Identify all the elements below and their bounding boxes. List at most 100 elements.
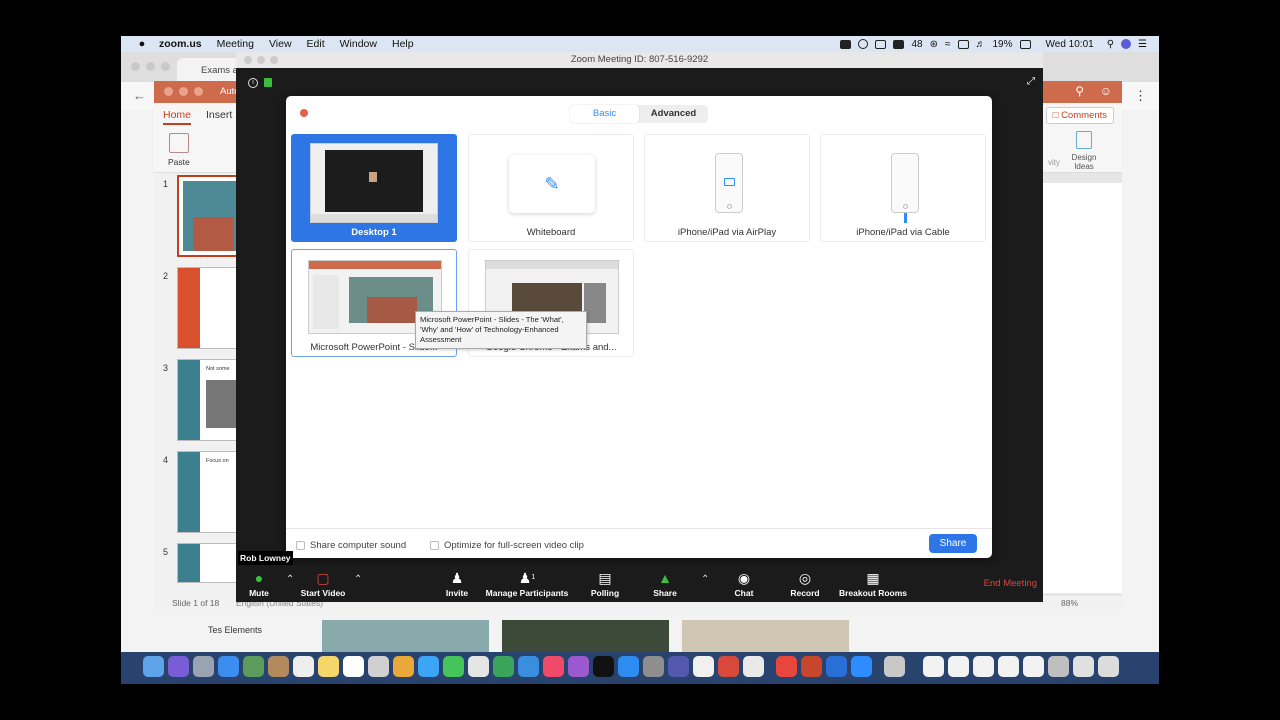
volume-icon[interactable]: ♬	[976, 39, 986, 50]
menu-help[interactable]: Help	[392, 38, 414, 50]
comments-button[interactable]: □ Comments	[1045, 107, 1114, 124]
finder-icon[interactable]	[143, 656, 164, 677]
share-button[interactable]: Share	[929, 534, 977, 553]
optimize-video-checkbox[interactable]: Optimize for full-screen video clip	[430, 540, 584, 551]
window-thumbnail-icon[interactable]	[1073, 656, 1094, 677]
feedback-icon[interactable]: ☺	[1100, 84, 1112, 98]
system-preferences-icon[interactable]	[643, 656, 664, 677]
chat-button[interactable]: ◉ Chat	[730, 568, 758, 598]
keynote-icon[interactable]	[518, 656, 539, 677]
back-arrow-icon[interactable]: ←	[133, 88, 146, 103]
chrome-icon[interactable]	[776, 656, 797, 677]
fullscreen-icon[interactable]: ⤢	[1027, 76, 1035, 87]
clock[interactable]: Wed 10:01	[1046, 39, 1094, 50]
bluetooth-icon[interactable]: ⊛	[930, 39, 938, 50]
menu-app-name[interactable]: zoom.us	[159, 38, 202, 50]
battery-app-icon[interactable]	[893, 39, 905, 49]
slide-thumbnail-3[interactable]: Not some	[177, 359, 245, 441]
design-ideas-button[interactable]: Design Ideas	[1064, 131, 1104, 171]
window-thumbnail-icon[interactable]	[1048, 656, 1069, 677]
manage-participants-button[interactable]: ♟1 Manage Participants	[485, 568, 569, 598]
window-thumbnail-icon[interactable]	[1023, 656, 1044, 677]
audio-options-chevron-icon[interactable]: ⌃	[286, 574, 294, 585]
tv-icon[interactable]	[593, 656, 614, 677]
display-icon[interactable]	[957, 39, 969, 49]
tab-home[interactable]: Home	[163, 109, 192, 125]
window-thumbnail-icon[interactable]	[973, 656, 994, 677]
zoom-status-icon[interactable]	[840, 39, 852, 49]
checkbox[interactable]	[296, 541, 305, 550]
battery-icon[interactable]	[1019, 39, 1031, 49]
search-icon[interactable]: ⚲	[1107, 39, 1114, 50]
menu-window[interactable]: Window	[340, 38, 377, 50]
end-meeting-button[interactable]: End Meeting	[984, 578, 1037, 589]
more-menu-icon[interactable]: ⋮	[1134, 88, 1147, 104]
window-thumbnail-icon[interactable]	[948, 656, 969, 677]
window-thumbnail-icon[interactable]	[923, 656, 944, 677]
drive-icon[interactable]	[875, 39, 887, 49]
tab-basic[interactable]: Basic	[570, 105, 639, 123]
siri-icon[interactable]	[1121, 39, 1132, 49]
calendar-icon[interactable]	[293, 656, 314, 677]
zoom-level[interactable]: 88%	[1061, 598, 1078, 608]
breakout-rooms-button[interactable]: ▦ Breakout Rooms	[838, 568, 908, 598]
podcasts-icon[interactable]	[568, 656, 589, 677]
mute-button[interactable]: ● Mute	[244, 568, 274, 598]
record-button[interactable]: ◎ Record	[788, 568, 822, 598]
slide-thumbnail-2[interactable]	[177, 267, 245, 349]
numbers-icon[interactable]	[493, 656, 514, 677]
share-sound-checkbox[interactable]: Share computer sound	[296, 540, 406, 551]
slide-thumbnail-5[interactable]	[177, 543, 245, 583]
messages-icon[interactable]	[418, 656, 439, 677]
share-option-whiteboard[interactable]: ✎ Whiteboard	[468, 134, 634, 242]
lock-icon[interactable]	[264, 78, 272, 87]
polling-button[interactable]: ▤ Polling	[590, 568, 620, 598]
app-store-icon[interactable]	[618, 656, 639, 677]
share-option-airplay[interactable]: iPhone/iPad via AirPlay	[644, 134, 810, 242]
reminders-icon[interactable]	[343, 656, 364, 677]
menu-edit[interactable]: Edit	[307, 38, 325, 50]
safari-icon[interactable]	[218, 656, 239, 677]
facetime-icon[interactable]	[443, 656, 464, 677]
todoist-icon[interactable]	[718, 656, 739, 677]
powerpoint-dock-icon[interactable]	[801, 656, 822, 677]
notes-icon[interactable]	[318, 656, 339, 677]
video-options-chevron-icon[interactable]: ⌃	[354, 574, 362, 585]
control-center-icon[interactable]: ☰	[1138, 39, 1147, 50]
trash-icon[interactable]	[1098, 656, 1119, 677]
slide-thumbnail-4[interactable]: Focus on	[177, 451, 245, 533]
invite-button[interactable]: ♟ Invite	[442, 568, 472, 598]
paste-button[interactable]: Paste	[168, 133, 190, 167]
share-option-desktop[interactable]: Desktop 1	[291, 134, 457, 242]
window-thumbnail-icon[interactable]	[998, 656, 1019, 677]
launchpad-icon[interactable]	[193, 656, 214, 677]
menu-meeting[interactable]: Meeting	[217, 38, 254, 50]
photos-icon[interactable]	[393, 656, 414, 677]
contacts-icon[interactable]	[268, 656, 289, 677]
preview-icon[interactable]	[243, 656, 264, 677]
teams-icon[interactable]	[668, 656, 689, 677]
edge-icon[interactable]	[826, 656, 847, 677]
tab-insert[interactable]: Insert	[206, 109, 232, 121]
checkbox[interactable]	[430, 541, 439, 550]
tab-advanced[interactable]: Advanced	[639, 105, 708, 123]
slack-icon[interactable]	[743, 656, 764, 677]
downloads-icon[interactable]	[884, 656, 905, 677]
info-icon[interactable]: i	[248, 78, 258, 88]
siri-dock-icon[interactable]	[168, 656, 189, 677]
apple-icon[interactable]: ●	[135, 38, 149, 50]
share-screen-button[interactable]: ▲ Share	[650, 568, 680, 598]
slide-thumbnail-1[interactable]	[177, 175, 245, 257]
wifi-icon[interactable]: ≈	[945, 39, 951, 50]
share-option-cable[interactable]: iPhone/iPad via Cable	[820, 134, 986, 242]
start-video-button[interactable]: ▢ Start Video	[298, 568, 348, 598]
pages-icon[interactable]	[468, 656, 489, 677]
close-button[interactable]	[300, 109, 308, 117]
menu-view[interactable]: View	[269, 38, 292, 50]
app-icon[interactable]	[693, 656, 714, 677]
zoom-dock-icon[interactable]	[851, 656, 872, 677]
music-icon[interactable]	[543, 656, 564, 677]
search-icon[interactable]: ⚲	[1075, 84, 1084, 98]
share-options-chevron-icon[interactable]: ⌃	[701, 574, 709, 585]
record-status-icon[interactable]	[858, 39, 869, 49]
